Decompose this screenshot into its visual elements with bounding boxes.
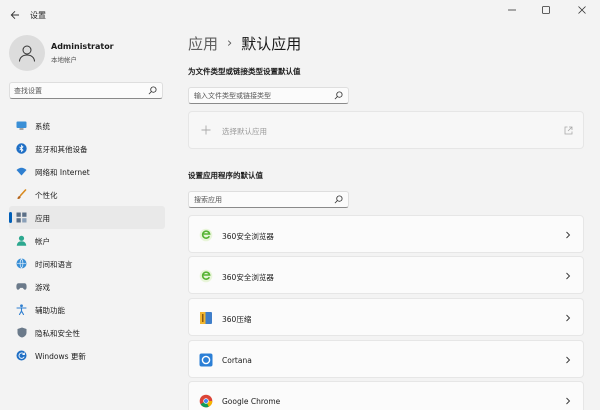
app-row-google-chrome[interactable]: Google Chrome <box>188 381 584 410</box>
360-zip-icon <box>199 311 213 325</box>
shield-icon <box>16 327 27 338</box>
wifi-icon <box>16 166 27 177</box>
sidebar-item-label: 应用 <box>35 214 50 223</box>
settings-search-input[interactable] <box>10 83 140 98</box>
close-icon <box>578 6 586 14</box>
sidebar-item-windows-update[interactable]: Windows 更新 <box>9 344 165 367</box>
apps-icon <box>16 212 27 223</box>
account-type: 本地帐户 <box>51 56 77 64</box>
filetype-search-input[interactable] <box>189 88 327 103</box>
chevron-right-icon <box>566 272 571 280</box>
app-name: 360安全浏览器 <box>222 273 274 282</box>
person-icon <box>16 235 27 246</box>
sidebar-item-label: 辅助功能 <box>35 306 65 315</box>
app-row-360-zip[interactable]: 360压缩 <box>188 298 584 336</box>
user-icon <box>19 45 35 62</box>
cortana-icon <box>199 353 213 367</box>
sidebar-item-label: 系统 <box>35 122 50 131</box>
plus-icon <box>199 123 213 137</box>
sidebar-nav: 系统 蓝牙和其他设备 网络和 Internet 个性化 应用 帐户 时间和语言 <box>9 114 165 367</box>
search-icon[interactable] <box>334 91 343 100</box>
breadcrumb: 应用 › 默认应用 <box>188 33 301 54</box>
chevron-right-icon <box>566 356 571 364</box>
chevron-right-icon <box>566 231 571 239</box>
update-icon <box>16 350 27 361</box>
maximize-button[interactable] <box>531 0 561 20</box>
chevron-right-icon <box>566 397 571 405</box>
main-content: 应用 › 默认应用 为文件类型或链接类型设置默认值 选择默认应用 设置应用程序的… <box>172 30 600 410</box>
sidebar-item-accessibility[interactable]: 辅助功能 <box>9 298 165 321</box>
minimize-button[interactable] <box>497 0 527 20</box>
sidebar-item-apps[interactable]: 应用 <box>9 206 165 229</box>
apps-section-title: 设置应用程序的默认值 <box>188 171 263 180</box>
chrome-icon <box>199 394 213 408</box>
sidebar-item-label: 个性化 <box>35 191 58 200</box>
search-icon[interactable] <box>148 86 157 95</box>
sidebar-item-label: Windows 更新 <box>35 352 86 361</box>
app-name: Cortana <box>222 356 252 365</box>
chevron-right-icon <box>566 314 571 322</box>
breadcrumb-parent[interactable]: 应用 <box>188 33 218 54</box>
sidebar-item-label: 网络和 Internet <box>35 168 90 177</box>
sidebar-item-label: 蓝牙和其他设备 <box>35 145 88 154</box>
title-bar: 设置 <box>0 0 600 30</box>
user-name: Administrator <box>51 42 114 51</box>
choose-default-app-card: 选择默认应用 <box>188 111 584 149</box>
filetype-section-title: 为文件类型或链接类型设置默认值 <box>188 67 301 76</box>
avatar[interactable] <box>9 35 45 71</box>
back-button[interactable] <box>7 7 23 23</box>
sidebar-item-personalization[interactable]: 个性化 <box>9 183 165 206</box>
page-title: 默认应用 <box>241 35 302 53</box>
bluetooth-icon <box>16 143 27 154</box>
filetype-search <box>188 87 349 104</box>
settings-search <box>9 82 163 99</box>
app-name: 360压缩 <box>222 315 252 324</box>
sidebar-item-accounts[interactable]: 帐户 <box>9 229 165 252</box>
sidebar-item-label: 隐私和安全性 <box>35 329 80 338</box>
app-name: Google Chrome <box>222 397 281 406</box>
sidebar-item-gaming[interactable]: 游戏 <box>9 275 165 298</box>
sidebar-item-time-language[interactable]: 时间和语言 <box>9 252 165 275</box>
sidebar-item-label: 时间和语言 <box>35 260 73 269</box>
360-browser-icon <box>199 269 213 283</box>
search-icon[interactable] <box>334 195 343 204</box>
sidebar-item-system[interactable]: 系统 <box>9 114 165 137</box>
gamepad-icon <box>16 281 27 292</box>
globe-clock-icon <box>16 258 27 269</box>
window-title: 设置 <box>30 11 46 20</box>
active-indicator <box>9 212 12 223</box>
breadcrumb-separator: › <box>227 36 233 51</box>
open-external-icon <box>564 126 573 135</box>
accessibility-icon <box>16 304 27 315</box>
app-row-cortana[interactable]: Cortana <box>188 340 584 378</box>
maximize-icon <box>542 6 550 14</box>
choose-default-label: 选择默认应用 <box>222 127 267 136</box>
arrow-left-icon <box>10 10 19 20</box>
sidebar: Administrator 本地帐户 系统 蓝牙和其他设备 网络和 Intern… <box>0 30 172 410</box>
sidebar-item-bluetooth[interactable]: 蓝牙和其他设备 <box>9 137 165 160</box>
close-button[interactable] <box>567 0 597 20</box>
app-row-360-browser[interactable]: 360安全浏览器 <box>188 215 584 253</box>
sidebar-item-network[interactable]: 网络和 Internet <box>9 160 165 183</box>
sidebar-item-privacy[interactable]: 隐私和安全性 <box>9 321 165 344</box>
sidebar-item-label: 帐户 <box>35 237 50 246</box>
app-row-360-browser[interactable]: 360安全浏览器 <box>188 256 584 294</box>
sidebar-item-label: 游戏 <box>35 283 50 292</box>
apps-search-input[interactable] <box>189 192 327 207</box>
brush-icon <box>16 189 27 200</box>
monitor-icon <box>16 120 27 131</box>
app-name: 360安全浏览器 <box>222 232 274 241</box>
minimize-icon <box>508 9 516 11</box>
apps-search <box>188 191 349 208</box>
360-browser-icon <box>199 228 213 242</box>
